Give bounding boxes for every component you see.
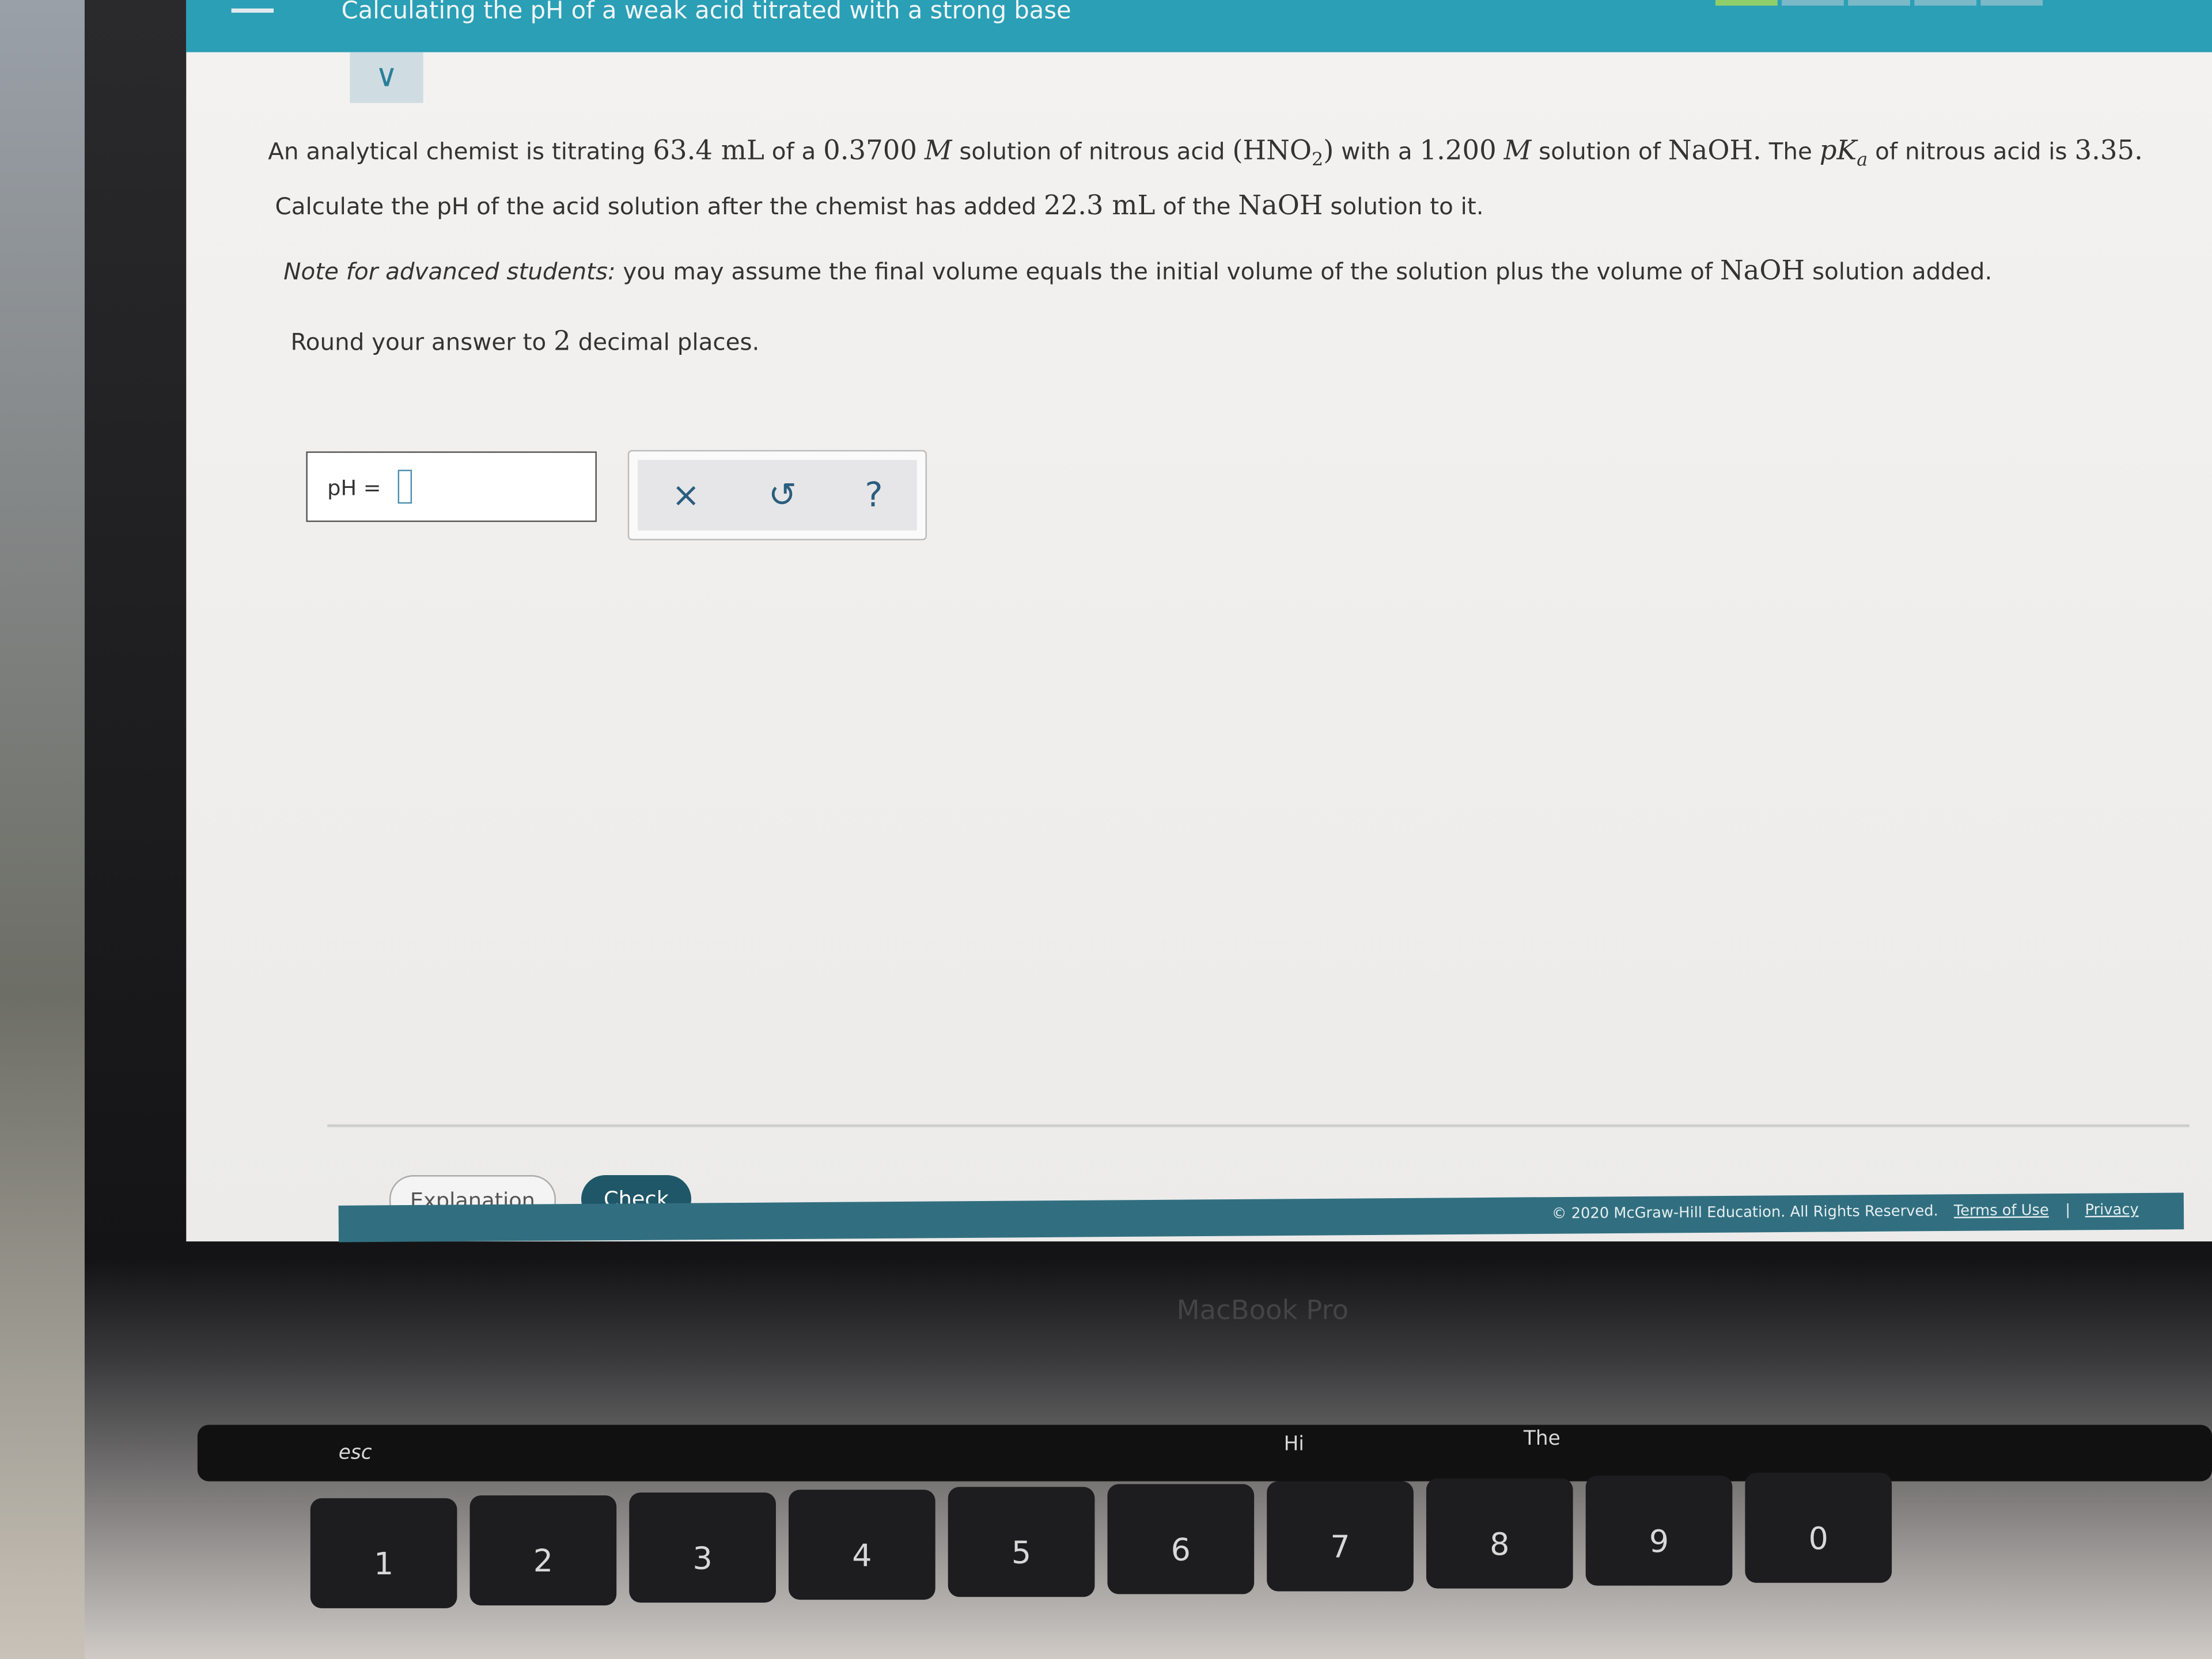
text: Calculate the pH of the acid solution af… bbox=[275, 193, 1037, 221]
text: with a bbox=[1341, 138, 1412, 165]
ph-answer-input[interactable]: pH = bbox=[306, 451, 597, 522]
key-4[interactable]: 4 bbox=[788, 1490, 935, 1600]
formula: NaOH. bbox=[1668, 135, 1762, 166]
text: solution added. bbox=[1812, 258, 1993, 285]
value: 63.4 mL bbox=[653, 135, 764, 166]
clear-icon[interactable]: × bbox=[672, 475, 700, 515]
suggestion[interactable]: Hi bbox=[1284, 1433, 1304, 1456]
question-line-1: An analytical chemist is titrating 63.4 … bbox=[268, 135, 2143, 171]
rounding-instruction: Round your answer to 2 decimal places. bbox=[290, 326, 759, 357]
unit: M bbox=[924, 135, 952, 166]
value: 3.35. bbox=[2074, 135, 2143, 166]
advanced-note: Note for advanced students: you may assu… bbox=[283, 255, 1992, 286]
progress-segment bbox=[1914, 0, 1977, 6]
text: you may assume the final volume equals t… bbox=[623, 258, 1713, 285]
text: of nitrous acid is bbox=[1875, 138, 2067, 165]
ph-label: pH = bbox=[327, 475, 381, 501]
header-bar: Calculating the pH of a weak acid titrat… bbox=[186, 0, 2212, 52]
key-0[interactable]: 0 bbox=[1745, 1472, 1892, 1583]
key-2[interactable]: 2 bbox=[469, 1495, 617, 1605]
suggestion[interactable]: The bbox=[1524, 1427, 1560, 1450]
text: Round your answer to bbox=[290, 328, 547, 356]
privacy-link[interactable]: Privacy bbox=[2085, 1202, 2138, 1219]
chevron-down-icon[interactable]: ∨ bbox=[350, 52, 423, 103]
formula-close: ) bbox=[1323, 135, 1334, 166]
text: solution to it. bbox=[1330, 193, 1484, 221]
key-3[interactable]: 3 bbox=[629, 1493, 776, 1603]
text: decimal places. bbox=[578, 328, 760, 356]
progress-bar bbox=[1715, 0, 2043, 6]
keyboard: esc Hi The 1234567890 bbox=[197, 1411, 2212, 1659]
progress-segment bbox=[1848, 0, 1910, 6]
divider bbox=[327, 1124, 2190, 1127]
touch-bar[interactable]: esc Hi The bbox=[197, 1425, 2212, 1482]
separator: | bbox=[2065, 1202, 2071, 1219]
value: 2 bbox=[554, 325, 571, 357]
key-5[interactable]: 5 bbox=[948, 1487, 1095, 1597]
text: of a bbox=[771, 138, 816, 165]
pka: pK bbox=[1819, 135, 1857, 166]
key-8[interactable]: 8 bbox=[1426, 1478, 1573, 1589]
pka-sub: a bbox=[1857, 150, 1868, 172]
key-9[interactable]: 9 bbox=[1585, 1475, 1733, 1586]
photo-stage: Calculating the pH of a weak acid titrat… bbox=[0, 0, 2212, 1659]
copyright: © 2020 McGraw-Hill Education. All Rights… bbox=[1551, 1203, 1938, 1223]
value: 1.200 bbox=[1419, 135, 1497, 166]
background bbox=[0, 0, 85, 1659]
text: An analytical chemist is titrating bbox=[268, 138, 646, 165]
value: 22.3 mL bbox=[1044, 190, 1156, 222]
progress-segment bbox=[1980, 0, 2043, 6]
formula-sub: 2 bbox=[1311, 150, 1324, 172]
key-1[interactable]: 1 bbox=[310, 1498, 457, 1608]
help-icon[interactable]: ? bbox=[865, 475, 882, 515]
text: solution of nitrous acid bbox=[959, 138, 1225, 165]
text: The bbox=[1768, 138, 1812, 165]
undo-icon[interactable]: ↺ bbox=[768, 475, 797, 515]
key-6[interactable]: 6 bbox=[1107, 1484, 1255, 1594]
progress-segment bbox=[1782, 0, 1844, 6]
formula: NaOH bbox=[1719, 255, 1805, 287]
text: of the bbox=[1162, 193, 1231, 221]
key-7[interactable]: 7 bbox=[1267, 1481, 1414, 1592]
formula: (HNO bbox=[1232, 135, 1312, 166]
unit: M bbox=[1503, 135, 1532, 166]
value: 0.3700 bbox=[823, 135, 917, 166]
browser-screen: Calculating the pH of a weak acid titrat… bbox=[186, 0, 2212, 1243]
question-line-2: Calculate the pH of the acid solution af… bbox=[275, 191, 1484, 222]
input-cursor bbox=[397, 469, 412, 504]
note-label: Note for advanced students: bbox=[283, 258, 616, 285]
menu-icon[interactable] bbox=[231, 8, 274, 13]
page-title: Calculating the pH of a weak acid titrat… bbox=[341, 0, 1071, 26]
laptop-brand: MacBook Pro bbox=[1176, 1295, 1349, 1327]
esc-key[interactable]: esc bbox=[339, 1442, 372, 1464]
terms-link[interactable]: Terms of Use bbox=[1954, 1202, 2049, 1220]
text: solution of bbox=[1539, 138, 1661, 165]
answer-tools: × ↺ ? bbox=[627, 450, 927, 540]
progress-segment bbox=[1715, 0, 1778, 6]
formula: NaOH bbox=[1238, 190, 1323, 222]
